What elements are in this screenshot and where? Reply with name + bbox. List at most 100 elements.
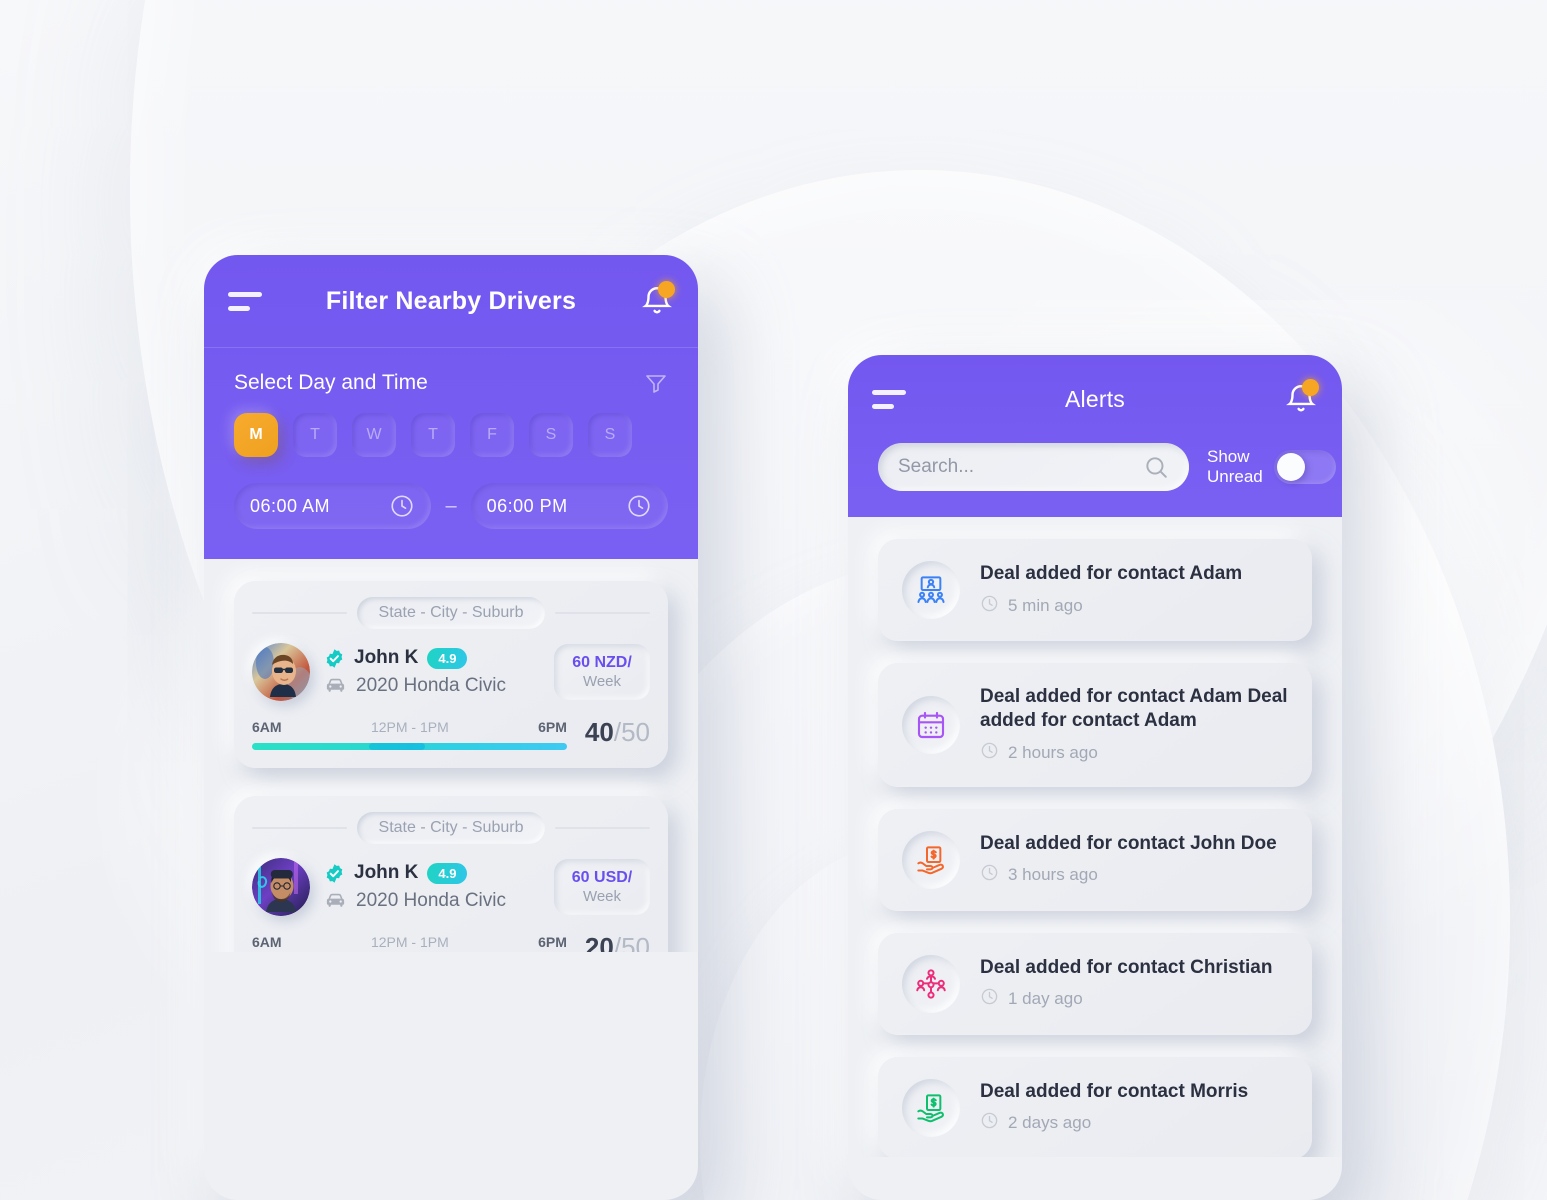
time-range-row: 06:00 AM – 06:00 PM <box>234 483 668 529</box>
price-value: 60 NZD/ <box>572 653 632 671</box>
clock-icon <box>980 741 999 765</box>
alert-time: 2 days ago <box>1008 1113 1092 1133</box>
show-unread-toggle[interactable] <box>1273 450 1336 484</box>
alert-title: Deal added for contact Adam <box>980 563 1243 585</box>
right-header: Alerts Show Unread <box>848 355 1342 517</box>
hand-money-icon <box>902 1078 960 1137</box>
time-end-label: 6PM <box>538 719 567 735</box>
driver-info: John K 4.9 2020 Honda Civic <box>324 862 540 912</box>
alerts-screen: Alerts Show Unread <box>848 355 1342 1200</box>
booking-total: /50 <box>613 932 650 952</box>
filter-label: Select Day and Time <box>234 371 428 394</box>
left-header-bar: Filter Nearby Drivers <box>204 255 698 347</box>
location-divider-left <box>252 612 347 614</box>
day-pill-s[interactable]: S <box>529 413 573 457</box>
location-pill: State - City - Suburb <box>356 597 546 629</box>
time-from-value: 06:00 AM <box>250 495 331 516</box>
time-to-input[interactable]: 06:00 PM <box>470 483 668 529</box>
filter-heading-row: Select Day and Time <box>234 371 668 395</box>
booking-count: 40/50 <box>584 717 650 747</box>
alert-item[interactable]: Deal added for contact Christian 1 day a… <box>878 932 1312 1035</box>
alert-time: 3 hours ago <box>1008 865 1098 885</box>
verified-icon <box>326 863 343 883</box>
driver-name-row: John K 4.9 <box>324 647 540 669</box>
driver-row: John K 4.9 2020 Honda Civic 60 USD/ Week <box>252 858 650 916</box>
day-pill-m[interactable]: M <box>234 413 278 457</box>
alert-meta: 2 days ago <box>980 1111 1288 1135</box>
page-title: Filter Nearby Drivers <box>325 286 577 315</box>
clock-icon <box>980 863 999 887</box>
hamburger-icon[interactable] <box>228 291 262 311</box>
avatar <box>252 858 310 916</box>
time-end-label: 6PM <box>538 934 567 950</box>
day-pill-t[interactable]: T <box>411 413 455 457</box>
booking-total: /50 <box>613 717 650 747</box>
location-row: State - City - Suburb <box>252 812 651 844</box>
alert-text: Deal added for contact Adam 5 min ago <box>980 562 1288 617</box>
availability-track: 6AM 12PM - 1PM 6PM <box>252 719 567 750</box>
time-labels: 6AM 12PM - 1PM 6PM <box>252 934 567 950</box>
alert-item[interactable]: Deal added for contact Adam 5 min ago <box>878 539 1312 641</box>
driver-row: John K 4.9 2020 Honda Civic 60 NZD/ Week <box>252 643 650 701</box>
driver-name-row: John K 4.9 <box>324 862 540 884</box>
alert-text: Deal added for contact Christian 1 day a… <box>980 956 1288 1011</box>
network-people-icon <box>902 954 960 1013</box>
bell-icon[interactable] <box>1284 379 1319 417</box>
booking-count: 20/50 <box>585 932 650 952</box>
day-pill-f[interactable]: F <box>470 413 514 457</box>
alert-item[interactable]: Deal added for contact Adam Deal added f… <box>878 663 1312 787</box>
clock-icon <box>980 594 999 618</box>
driver-card[interactable]: State - City - Suburb John K 4.9 2020 Ho… <box>234 796 668 952</box>
driver-name: John K <box>354 647 419 668</box>
availability-row: 6AM 12PM - 1PM 6PM 40/50 <box>252 717 650 750</box>
alert-meta: 3 hours ago <box>980 863 1288 887</box>
avatar <box>252 643 310 701</box>
funnel-icon[interactable] <box>644 371 668 395</box>
price-unit: Week <box>582 887 622 905</box>
time-from-input[interactable]: 06:00 AM <box>234 483 432 529</box>
time-labels: 6AM 12PM - 1PM 6PM <box>252 719 567 735</box>
notification-badge <box>658 281 675 298</box>
availability-bar-segment <box>368 743 426 750</box>
time-start-label: 6AM <box>252 719 282 735</box>
vehicle-row: 2020 Honda Civic <box>324 674 540 697</box>
search-input[interactable] <box>898 456 1143 478</box>
filter-panel: Select Day and Time MTWTFSS 06:00 AM – 0… <box>204 347 698 559</box>
availability-row: 6AM 12PM - 1PM 6PM 20/50 <box>252 932 650 952</box>
notification-badge <box>1302 379 1319 396</box>
search-icon[interactable] <box>1143 454 1169 480</box>
time-to-value: 06:00 PM <box>486 495 568 516</box>
vehicle-row: 2020 Honda Civic <box>324 889 540 912</box>
location-pill: State - City - Suburb <box>356 812 546 844</box>
location-divider-right <box>555 827 651 829</box>
day-pill-s[interactable]: S <box>588 413 632 457</box>
verified-icon <box>326 648 343 668</box>
clock-icon <box>628 495 650 517</box>
alert-meta: 2 hours ago <box>980 741 1288 765</box>
driver-card[interactable]: State - City - Suburb John K 4.9 2020 Ho… <box>234 581 668 768</box>
clock-icon <box>391 495 413 517</box>
rating-badge: 4.9 <box>427 862 468 884</box>
people-presentation-icon <box>902 561 960 619</box>
driver-name: John K <box>354 862 419 883</box>
time-start-label: 6AM <box>252 934 282 950</box>
show-unread-label-line2: Unread <box>1207 467 1263 486</box>
alert-item[interactable]: Deal added for contact Morris 2 days ago <box>878 1056 1312 1157</box>
search-field[interactable] <box>878 443 1189 491</box>
alert-meta: 1 day ago <box>980 987 1288 1011</box>
availability-bar[interactable] <box>252 743 567 750</box>
show-unread-label-line1: Show <box>1207 447 1250 467</box>
show-unread-control[interactable]: Show Unread <box>1207 447 1336 486</box>
hamburger-icon[interactable] <box>872 389 906 409</box>
bell-icon[interactable] <box>640 281 675 319</box>
alert-item[interactable]: Deal added for contact John Doe 3 hours … <box>878 808 1312 911</box>
day-pill-t[interactable]: T <box>293 413 337 457</box>
filter-drivers-screen: Filter Nearby Drivers Select Day and Tim… <box>204 255 698 1200</box>
driver-list: State - City - Suburb John K 4.9 2020 Ho… <box>204 559 698 952</box>
day-pill-w[interactable]: W <box>352 413 396 457</box>
hand-money-icon <box>902 830 960 889</box>
time-separator: – <box>445 494 457 517</box>
show-unread-label: Show Unread <box>1207 447 1263 486</box>
clock-icon <box>980 987 999 1011</box>
location-divider-right <box>555 612 651 614</box>
